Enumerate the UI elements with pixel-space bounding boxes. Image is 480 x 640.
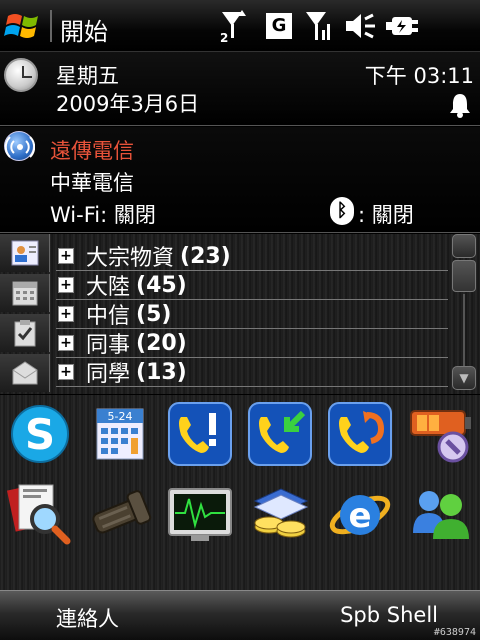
group-name: 大陸 [86,275,131,300]
group-count: (5) [136,301,172,327]
phone-missed-call-icon[interactable] [167,401,233,467]
expand-plus-icon[interactable]: + [58,335,74,351]
clock-row[interactable]: 星期五 2009年3月6日 下午 03:11 [0,52,480,126]
contacts-card-icon[interactable] [0,234,50,272]
battery-tool-icon[interactable] [407,401,473,467]
group-name: 同學 [86,362,131,387]
contact-group-row[interactable]: + 同事 (20) [56,329,448,358]
operator-2-name: 中華電信 [50,171,134,195]
network-type-label: G [266,13,292,39]
contact-group-row[interactable]: + 大陸 (45) [56,271,448,300]
title-bar: 開始 2 G [0,0,480,52]
expand-plus-icon[interactable]: + [58,248,74,264]
date-text: 2009年3月6日 [56,92,200,116]
sim-number: 2 [220,31,228,44]
contact-group-row[interactable]: + 同學 (13) [56,358,448,387]
clock-icon [4,58,38,92]
scrollbar[interactable]: ▼ [452,234,476,394]
watermark-text: #638974 [433,627,476,638]
group-name: 中信 [86,304,131,329]
bluetooth-icon[interactable]: ᛒ [330,197,354,225]
bluetooth-status[interactable]: : 關閉 [358,199,414,229]
operator-1-name: 遠傳電信 [50,139,134,163]
group-count: (23) [180,243,231,269]
money-tool-icon[interactable] [247,481,313,547]
scroll-track-line [463,294,465,366]
contact-search-icon[interactable] [6,481,73,547]
phone-outgoing-call-icon[interactable] [327,401,393,467]
left-softkey-contacts[interactable]: 連絡人 [56,603,119,633]
expand-plus-icon[interactable]: + [58,364,74,380]
contacts-panel: + 大宗物資 (23) + 大陸 (45) + 中信 (5) + 同事 (20)… [0,234,480,394]
calendar-icon[interactable]: 5-24 [87,401,153,467]
network-g-icon[interactable]: G [264,8,294,44]
tasks-icon[interactable] [0,314,50,352]
messenger-icon[interactable] [407,481,473,547]
right-softkey-spb-shell[interactable]: Spb Shell [340,603,438,627]
signal-icon[interactable] [304,8,334,44]
calendar-icon[interactable] [0,274,50,312]
page-title: 開始 [60,18,108,46]
app-launcher-grid: S 5-24 e [0,395,480,590]
expand-plus-icon[interactable]: + [58,306,74,322]
bell-icon[interactable] [448,92,472,122]
svg-text:e: e [348,496,371,536]
wireless-manager-icon[interactable] [4,131,36,161]
svg-text:S: S [25,410,55,459]
signal-sim2-icon[interactable]: 2 [218,8,252,44]
battery-charging-icon[interactable] [384,8,420,44]
softkey-bar: 連絡人 Spb Shell #638974 [0,590,480,640]
calendar-date-label: 5-24 [108,410,133,423]
contact-group-row[interactable]: + 中信 (5) [56,300,448,329]
group-name: 大宗物資 [86,246,175,271]
messaging-icon[interactable] [0,354,50,392]
network-row[interactable]: 遠傳電信 中華電信 Wi-Fi: 關閉 ᛒ : 關閉 [0,127,480,233]
phone-incoming-call-icon[interactable] [247,401,313,467]
speaker-icon[interactable] [344,8,378,44]
group-count: (13) [136,359,187,385]
start-windows-logo-icon[interactable] [4,6,44,46]
flashlight-icon[interactable] [87,481,153,547]
internet-explorer-icon[interactable]: e [327,481,393,547]
task-monitor-icon[interactable] [167,481,233,547]
group-count: (45) [136,272,187,298]
scroll-up-button[interactable] [452,234,476,258]
contact-group-row[interactable]: + 大宗物資 (23) [56,242,448,271]
scroll-thumb[interactable] [452,260,476,292]
skype-icon[interactable]: S [7,401,73,467]
group-name: 同事 [86,333,131,358]
day-of-week: 星期五 [56,64,119,88]
scroll-down-button[interactable]: ▼ [452,366,476,390]
group-count: (20) [136,330,187,356]
title-divider [50,10,52,42]
time-text: 下午 03:11 [364,64,474,88]
expand-plus-icon[interactable]: + [58,277,74,293]
wifi-status[interactable]: Wi-Fi: 關閉 [50,199,156,229]
